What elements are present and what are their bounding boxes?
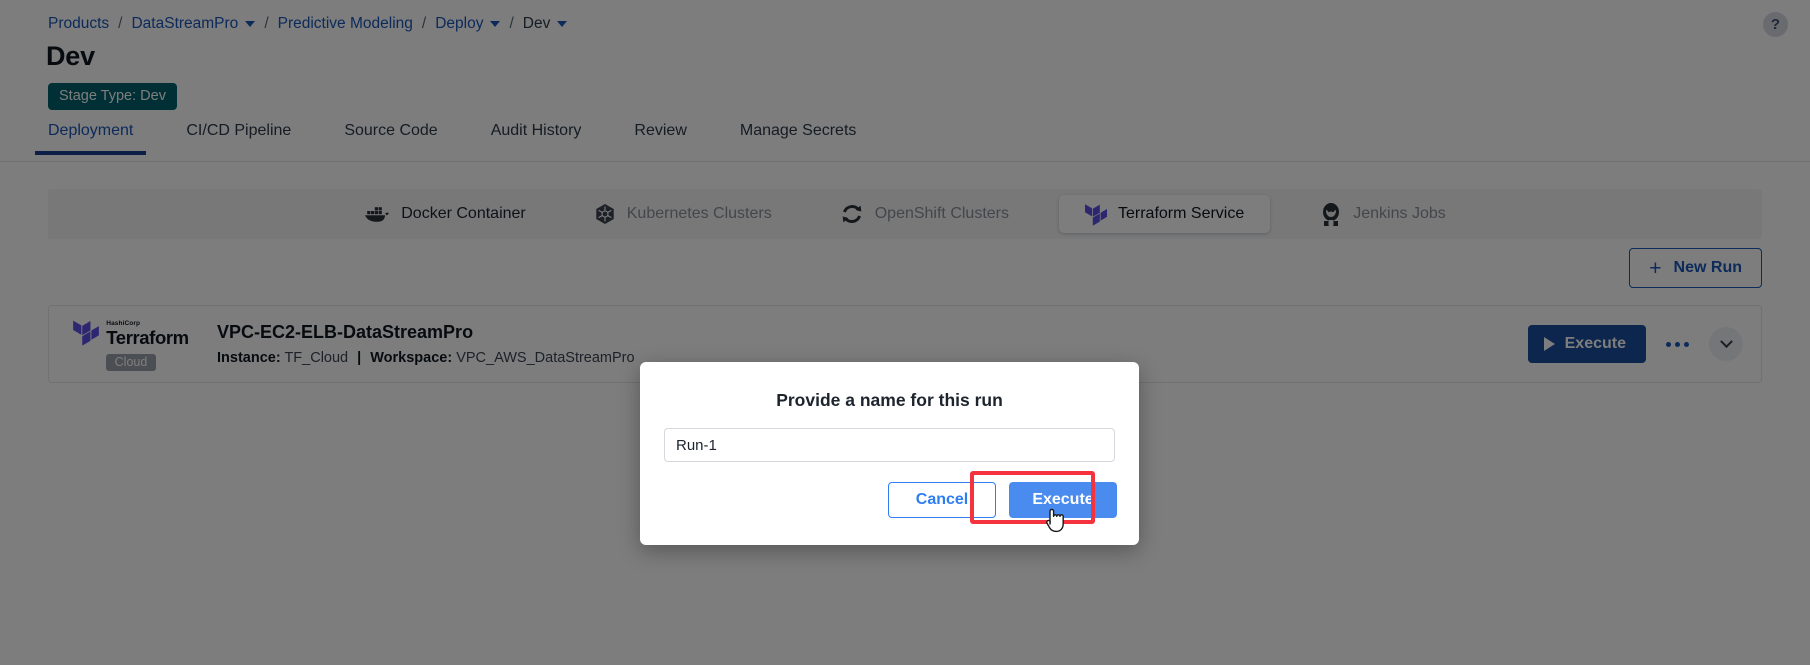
- dialog-title: Provide a name for this run: [776, 390, 1003, 410]
- cancel-button[interactable]: Cancel: [888, 482, 996, 518]
- mouse-cursor: [1043, 503, 1069, 540]
- dialog-actions: Cancel Execute: [888, 482, 1117, 518]
- modal-overlay[interactable]: [0, 0, 1810, 665]
- run-name-input[interactable]: [664, 428, 1115, 462]
